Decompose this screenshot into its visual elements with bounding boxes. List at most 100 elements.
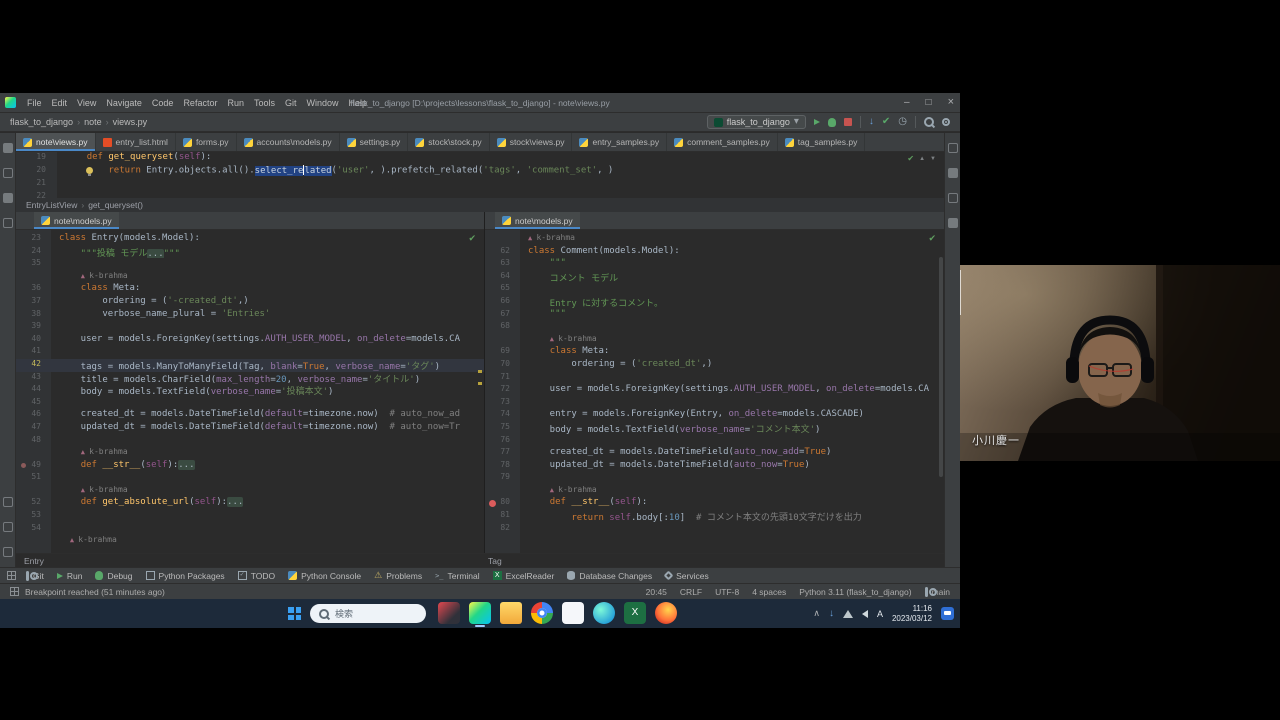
editor-views-py[interactable]: 19 def get_queryset(self):20 return Entr…	[16, 152, 944, 198]
stripe-pull-requests-icon[interactable]	[3, 168, 13, 178]
toolwindow-services[interactable]: Services	[665, 571, 709, 581]
status-4-spaces[interactable]: 4 spaces	[752, 587, 786, 597]
code-line: ▲ k-brahma	[16, 271, 484, 284]
debug-button[interactable]	[828, 118, 836, 127]
taskbar-app-firefox[interactable]	[655, 602, 677, 624]
right-pane-breadcrumb[interactable]: Tag	[488, 556, 502, 566]
stop-button[interactable]	[844, 118, 852, 126]
volume-icon[interactable]	[862, 610, 868, 618]
left-pane-breadcrumb[interactable]: Entry	[24, 556, 44, 566]
status-python-3-11-flask-to-django-[interactable]: Python 3.11 (flask_to_django)	[799, 587, 911, 597]
taskbar-app-notepad[interactable]	[562, 602, 584, 624]
stripe-terminal-icon[interactable]	[3, 522, 13, 532]
breadcrumb-flask_to_django[interactable]: flask_to_django	[10, 117, 73, 127]
toolwindow-terminal[interactable]: Terminal	[435, 571, 480, 581]
left-editor-pane[interactable]: note\models.py ✔ 23class Entry(models.Mo…	[16, 212, 485, 553]
toolwindow-todo[interactable]: TODO	[238, 571, 275, 581]
status-20-45[interactable]: 20:45	[646, 587, 667, 597]
tab-note-models-py[interactable]: note\models.py	[495, 212, 580, 229]
toolwindow-python-console[interactable]: Python Console	[288, 571, 361, 581]
taskbar-search[interactable]: 検索	[310, 604, 426, 623]
tab-comment-samples-py[interactable]: comment_samples.py	[667, 133, 778, 151]
next-problem-icon[interactable]: ▼	[930, 156, 936, 162]
menu-navigate[interactable]: Navigate	[101, 98, 147, 108]
code-token: user = models.ForeignKey(settings.	[528, 384, 734, 394]
taskbar-app-pycharm-a[interactable]	[438, 602, 460, 624]
tab-forms-py[interactable]: forms.py	[176, 133, 237, 151]
tab-note-models-py[interactable]: note\models.py	[34, 212, 119, 229]
inspection-widget[interactable]: ✔ ▲ ▼	[907, 154, 936, 163]
tray-clock[interactable]: 11:16 2023/03/12	[892, 604, 932, 624]
search-everywhere-button[interactable]	[924, 117, 934, 127]
settings-button[interactable]	[942, 118, 950, 126]
vcs-history-button[interactable]	[898, 117, 907, 127]
maximize-button[interactable]	[926, 98, 932, 108]
tab-entry-samples-py[interactable]: entry_samples.py	[572, 133, 667, 151]
stripe-bookmarks-icon[interactable]	[3, 218, 13, 228]
download-icon[interactable]	[829, 609, 834, 619]
breadcrumb-note[interactable]: note	[84, 117, 102, 127]
menu-run[interactable]: Run	[222, 98, 249, 108]
menu-refactor[interactable]: Refactor	[178, 98, 222, 108]
scrollbar[interactable]	[939, 257, 943, 477]
stripe-structure-icon[interactable]	[3, 193, 13, 203]
stripe-project-icon[interactable]	[3, 143, 13, 153]
tab-accounts-models-py[interactable]: accounts\models.py	[237, 133, 340, 151]
tab-stock-stock-py[interactable]: stock\stock.py	[408, 133, 489, 151]
taskbar-app-pycharm-b[interactable]	[469, 602, 491, 624]
prev-problem-icon[interactable]: ▲	[919, 156, 925, 162]
tab-note-views-py[interactable]: note\views.py	[16, 133, 96, 151]
toolwindow-git[interactable]: Git	[26, 571, 44, 581]
breakpoint-icon[interactable]	[489, 500, 496, 507]
line-number: 77	[485, 447, 518, 460]
taskbar-app-chrome[interactable]	[531, 602, 553, 624]
tool-window-switcher-icon[interactable]	[7, 571, 16, 580]
tab-stock-views-py[interactable]: stock\views.py	[490, 133, 573, 151]
start-button[interactable]	[288, 607, 301, 620]
status-crlf[interactable]: CRLF	[680, 587, 702, 597]
tab-tag-samples-py[interactable]: tag_samples.py	[778, 133, 866, 151]
minimize-button[interactable]	[904, 98, 910, 108]
toolwindow-debug[interactable]: Debug	[95, 571, 132, 581]
stripe-problems-icon[interactable]	[3, 547, 13, 557]
vcs-commit-button[interactable]	[882, 117, 890, 127]
intention-bulb-icon[interactable]	[86, 167, 93, 174]
ime-indicator[interactable]: A	[877, 609, 883, 619]
toolwindow-database-changes[interactable]: Database Changes	[567, 571, 652, 581]
menu-window[interactable]: Window	[302, 98, 344, 108]
toolwindow-excelreader[interactable]: ExcelReader	[493, 571, 555, 581]
tab-settings-py[interactable]: settings.py	[340, 133, 409, 151]
right-editor-pane[interactable]: note\models.py ✔ ▲ k-brahma62class Comme…	[485, 212, 944, 553]
menu-edit[interactable]: Edit	[47, 98, 73, 108]
run-configuration-select[interactable]: flask_to_django	[707, 115, 806, 129]
vcs-update-button[interactable]	[869, 117, 874, 127]
breadcrumb-views.py[interactable]: views.py	[113, 117, 148, 127]
notification-center-button[interactable]	[941, 607, 954, 620]
code-token	[59, 497, 81, 507]
status-utf-8[interactable]: UTF-8	[715, 587, 739, 597]
stripe-events-icon[interactable]	[948, 218, 958, 228]
stripe-database-icon[interactable]	[948, 168, 958, 178]
menu-code[interactable]: Code	[147, 98, 179, 108]
taskbar-app-excel[interactable]	[624, 602, 646, 624]
toolwindow-python-packages[interactable]: Python Packages	[146, 571, 225, 581]
stripe-notifications-icon[interactable]	[948, 143, 958, 153]
status-main[interactable]: main	[925, 587, 950, 597]
toolwindow-problems[interactable]: Problems	[374, 571, 422, 581]
menu-git[interactable]: Git	[280, 98, 302, 108]
menu-tools[interactable]: Tools	[249, 98, 280, 108]
breadcrumb-entrylistview[interactable]: EntryListView	[26, 200, 77, 210]
toolwindow-run[interactable]: Run	[57, 571, 83, 581]
wifi-icon[interactable]	[843, 610, 853, 618]
taskbar-app-edge[interactable]	[593, 602, 615, 624]
stripe-sciview-icon[interactable]	[948, 193, 958, 203]
tab-entry-list-html[interactable]: entry_list.html	[96, 133, 176, 151]
hidden-icons-chevron[interactable]	[813, 609, 820, 619]
stripe-version-control-icon[interactable]	[3, 497, 13, 507]
close-button[interactable]	[948, 97, 954, 108]
menu-file[interactable]: File	[22, 98, 47, 108]
breadcrumb-get-queryset-[interactable]: get_queryset()	[88, 200, 143, 210]
menu-view[interactable]: View	[72, 98, 101, 108]
taskbar-app-explorer[interactable]	[500, 602, 522, 624]
run-button[interactable]	[814, 119, 820, 125]
